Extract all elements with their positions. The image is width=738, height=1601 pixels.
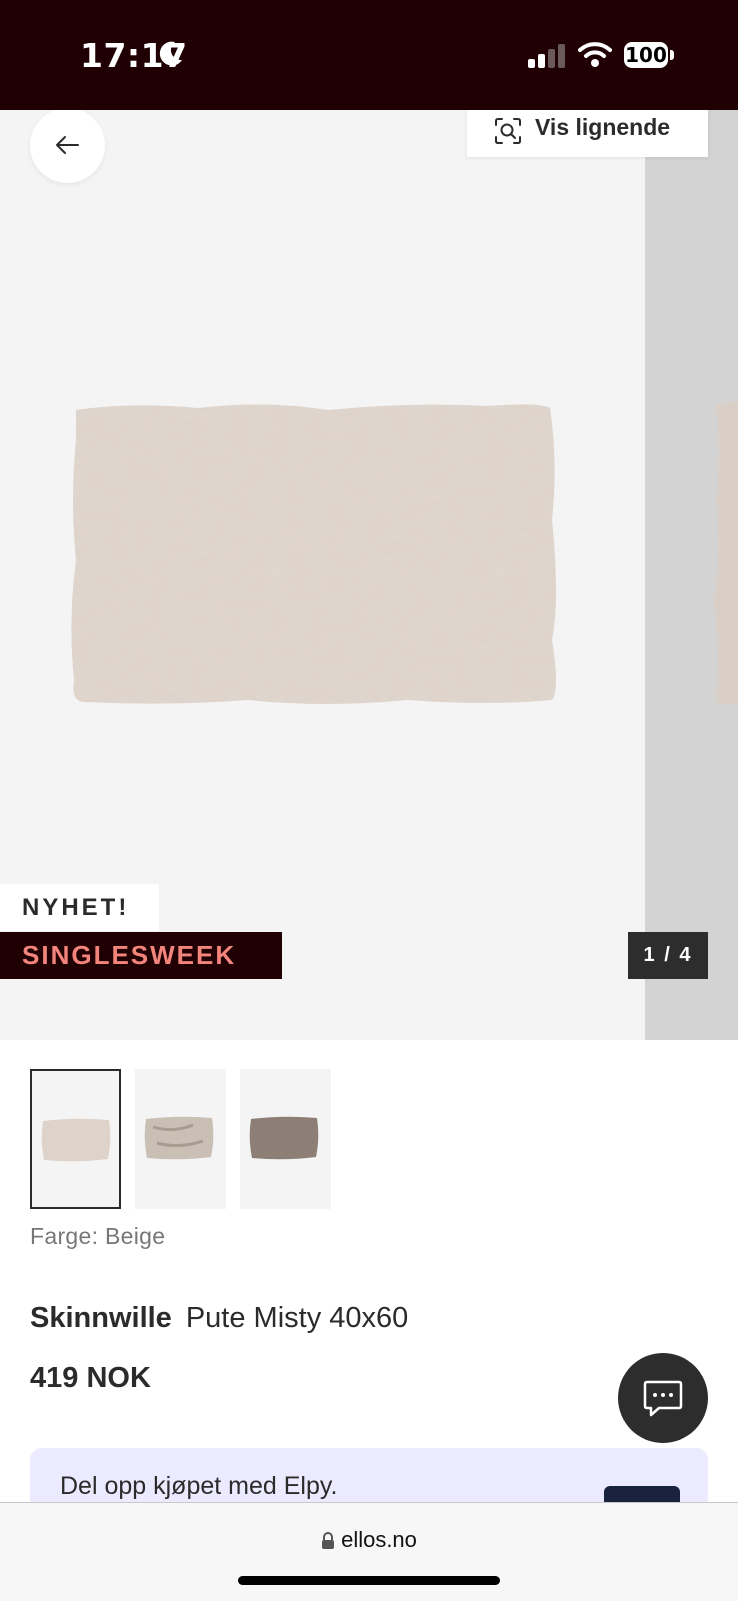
image-counter: 1 / 4 [628,932,708,979]
badge-campaign: SINGLESWEEK [0,932,282,979]
status-bar: 17:17 100 [0,0,738,110]
url-display[interactable]: ellos.no [0,1527,738,1553]
badge-new: NYHET! [0,884,159,931]
arrow-left-icon [56,136,79,154]
show-similar-button[interactable]: Vis lignende [467,110,708,157]
moon-icon [158,40,184,73]
battery-level: 100 [624,42,668,68]
payment-banner-text: Del opp kjøpet med Elpy. [60,1472,338,1500]
home-indicator [238,1576,500,1585]
thumbnail-image [249,1116,319,1160]
wifi-icon [578,40,612,73]
battery-icon: 100 [624,42,674,70]
thumbnail-2[interactable] [135,1069,226,1209]
product-title: Skinnwille Pute Misty 40x60 [30,1302,408,1335]
product-price: 419 NOK [30,1362,151,1394]
signal-icon [528,44,568,73]
thumbnail-image [41,1118,111,1162]
lock-icon [322,1532,335,1550]
product-name: Pute Misty 40x60 [185,1302,409,1334]
thumbnail-image [144,1116,214,1160]
product-image-gallery[interactable]: Vis lignende NYHET! SINGLESWEEK 1 / 4 [0,110,738,1040]
chat-icon [643,1380,683,1417]
thumbnail-3[interactable] [240,1069,331,1209]
back-button[interactable] [30,110,105,183]
url-text: ellos.no [341,1527,417,1552]
color-label: Farge: Beige [30,1223,166,1249]
thumbnail-1[interactable] [30,1069,121,1209]
product-brand[interactable]: Skinnwille [30,1302,172,1334]
product-image [71,404,556,704]
show-similar-label: Vis lignende [535,114,671,140]
chat-button[interactable] [618,1353,708,1443]
visual-search-icon [495,118,521,144]
next-product-image [714,402,738,705]
browser-address-bar[interactable]: ellos.no [0,1502,738,1601]
